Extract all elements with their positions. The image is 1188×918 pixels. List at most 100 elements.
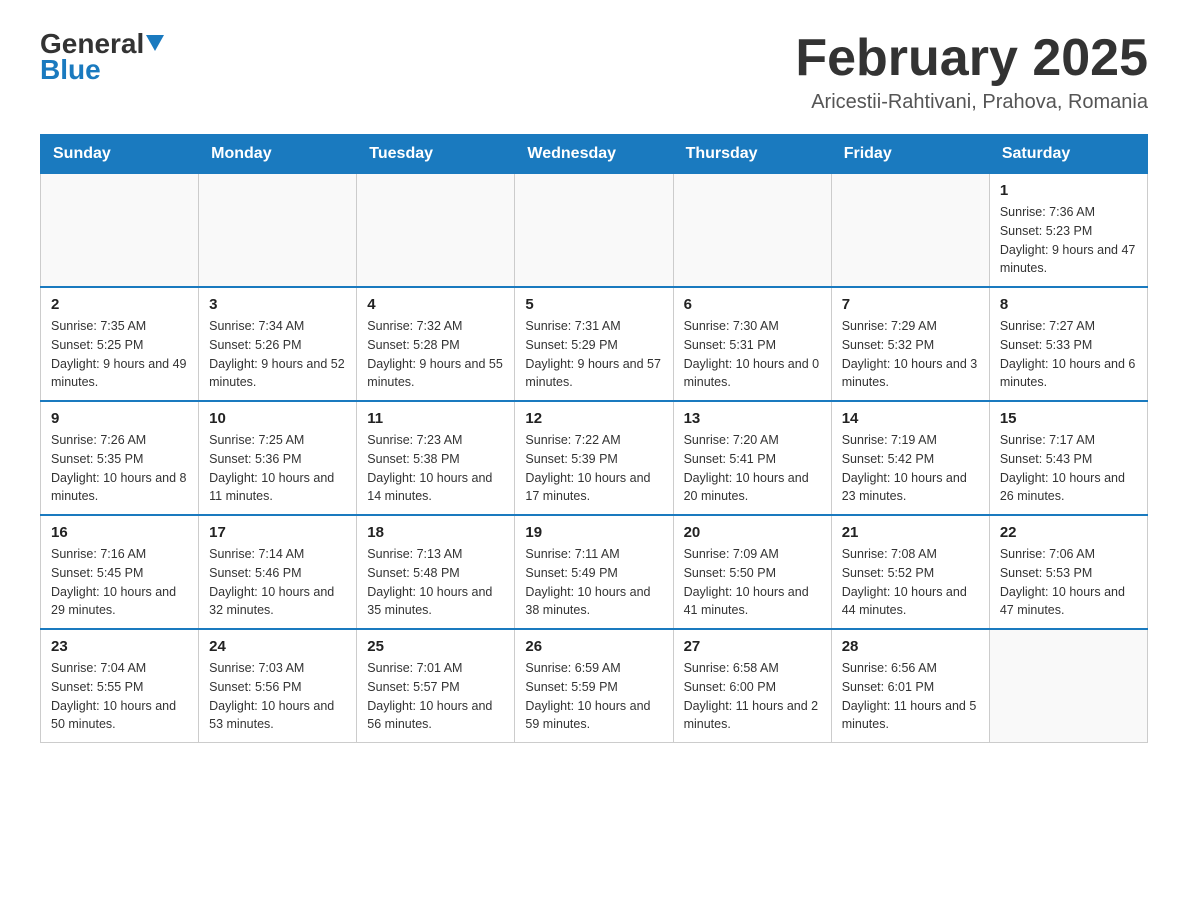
calendar-cell: 24 Sunrise: 7:03 AMSunset: 5:56 PMDayligh…	[199, 629, 357, 743]
day-info: Sunrise: 7:27 AMSunset: 5:33 PMDaylight:…	[1000, 317, 1137, 392]
day-info: Sunrise: 7:04 AMSunset: 5:55 PMDaylight:…	[51, 659, 188, 734]
calendar-cell: 16 Sunrise: 7:16 AMSunset: 5:45 PMDayligh…	[41, 515, 199, 629]
day-number: 17	[209, 524, 346, 541]
day-info: Sunrise: 7:22 AMSunset: 5:39 PMDaylight:…	[525, 431, 662, 506]
calendar-cell: 5 Sunrise: 7:31 AMSunset: 5:29 PMDaylight…	[515, 287, 673, 401]
day-info: Sunrise: 7:23 AMSunset: 5:38 PMDaylight:…	[367, 431, 504, 506]
day-number: 11	[367, 410, 504, 427]
calendar-week-row: 23 Sunrise: 7:04 AMSunset: 5:55 PMDayligh…	[41, 629, 1148, 743]
day-number: 19	[525, 524, 662, 541]
day-info: Sunrise: 7:25 AMSunset: 5:36 PMDaylight:…	[209, 431, 346, 506]
calendar-cell	[673, 174, 831, 288]
calendar-cell: 23 Sunrise: 7:04 AMSunset: 5:55 PMDayligh…	[41, 629, 199, 743]
day-number: 4	[367, 296, 504, 313]
day-info: Sunrise: 7:36 AMSunset: 5:23 PMDaylight:…	[1000, 203, 1137, 278]
day-number: 20	[684, 524, 821, 541]
calendar-cell: 13 Sunrise: 7:20 AMSunset: 5:41 PMDayligh…	[673, 401, 831, 515]
calendar-cell: 7 Sunrise: 7:29 AMSunset: 5:32 PMDaylight…	[831, 287, 989, 401]
calendar-cell	[357, 174, 515, 288]
day-info: Sunrise: 7:01 AMSunset: 5:57 PMDaylight:…	[367, 659, 504, 734]
calendar-week-row: 16 Sunrise: 7:16 AMSunset: 5:45 PMDayligh…	[41, 515, 1148, 629]
calendar-cell: 26Sunrise: 6:59 AMSunset: 5:59 PMDayligh…	[515, 629, 673, 743]
weekday-header-thursday: Thursday	[673, 135, 831, 174]
day-info: Sunrise: 7:26 AMSunset: 5:35 PMDaylight:…	[51, 431, 188, 506]
calendar-cell: 3 Sunrise: 7:34 AMSunset: 5:26 PMDaylight…	[199, 287, 357, 401]
day-number: 9	[51, 410, 188, 427]
calendar-cell: 22Sunrise: 7:06 AMSunset: 5:53 PMDayligh…	[989, 515, 1147, 629]
calendar-cell: 18 Sunrise: 7:13 AMSunset: 5:48 PMDayligh…	[357, 515, 515, 629]
calendar-cell: 14Sunrise: 7:19 AMSunset: 5:42 PMDayligh…	[831, 401, 989, 515]
day-number: 15	[1000, 410, 1137, 427]
day-number: 26	[525, 638, 662, 655]
day-number: 3	[209, 296, 346, 313]
calendar-cell: 6 Sunrise: 7:30 AMSunset: 5:31 PMDaylight…	[673, 287, 831, 401]
day-number: 2	[51, 296, 188, 313]
day-info: Sunrise: 7:03 AMSunset: 5:56 PMDaylight:…	[209, 659, 346, 734]
calendar-cell: 15 Sunrise: 7:17 AMSunset: 5:43 PMDayligh…	[989, 401, 1147, 515]
day-info: Sunrise: 7:11 AMSunset: 5:49 PMDaylight:…	[525, 545, 662, 620]
weekday-header-friday: Friday	[831, 135, 989, 174]
weekday-header-sunday: Sunday	[41, 135, 199, 174]
calendar-cell: 9 Sunrise: 7:26 AMSunset: 5:35 PMDaylight…	[41, 401, 199, 515]
day-info: Sunrise: 7:13 AMSunset: 5:48 PMDaylight:…	[367, 545, 504, 620]
day-info: Sunrise: 7:34 AMSunset: 5:26 PMDaylight:…	[209, 317, 346, 392]
day-info: Sunrise: 7:20 AMSunset: 5:41 PMDaylight:…	[684, 431, 821, 506]
page-header: General Blue February 2025 Aricestii-Rah…	[40, 30, 1148, 114]
day-number: 27	[684, 638, 821, 655]
calendar-cell	[831, 174, 989, 288]
calendar-cell: 4 Sunrise: 7:32 AMSunset: 5:28 PMDaylight…	[357, 287, 515, 401]
day-number: 14	[842, 410, 979, 427]
day-info: Sunrise: 7:17 AMSunset: 5:43 PMDaylight:…	[1000, 431, 1137, 506]
calendar-cell: 8Sunrise: 7:27 AMSunset: 5:33 PMDaylight…	[989, 287, 1147, 401]
month-title: February 2025	[795, 30, 1148, 87]
day-number: 23	[51, 638, 188, 655]
calendar-cell: 1 Sunrise: 7:36 AMSunset: 5:23 PMDaylight…	[989, 174, 1147, 288]
calendar-cell: 28 Sunrise: 6:56 AMSunset: 6:01 PMDayligh…	[831, 629, 989, 743]
logo: General Blue	[40, 30, 164, 86]
day-number: 18	[367, 524, 504, 541]
day-info: Sunrise: 7:08 AMSunset: 5:52 PMDaylight:…	[842, 545, 979, 620]
calendar-cell: 11 Sunrise: 7:23 AMSunset: 5:38 PMDayligh…	[357, 401, 515, 515]
day-number: 6	[684, 296, 821, 313]
calendar-cell: 17 Sunrise: 7:14 AMSunset: 5:46 PMDayligh…	[199, 515, 357, 629]
day-info: Sunrise: 7:31 AMSunset: 5:29 PMDaylight:…	[525, 317, 662, 392]
day-info: Sunrise: 7:29 AMSunset: 5:32 PMDaylight:…	[842, 317, 979, 392]
day-number: 25	[367, 638, 504, 655]
calendar-cell: 12 Sunrise: 7:22 AMSunset: 5:39 PMDayligh…	[515, 401, 673, 515]
day-number: 7	[842, 296, 979, 313]
calendar-cell: 20 Sunrise: 7:09 AMSunset: 5:50 PMDayligh…	[673, 515, 831, 629]
calendar-cell: 21 Sunrise: 7:08 AMSunset: 5:52 PMDayligh…	[831, 515, 989, 629]
calendar-cell	[199, 174, 357, 288]
weekday-header-row: SundayMondayTuesdayWednesdayThursdayFrid…	[41, 135, 1148, 174]
calendar-cell	[41, 174, 199, 288]
day-number: 28	[842, 638, 979, 655]
day-number: 16	[51, 524, 188, 541]
calendar-week-row: 2Sunrise: 7:35 AMSunset: 5:25 PMDaylight…	[41, 287, 1148, 401]
logo-blue: Blue	[40, 54, 101, 86]
calendar-cell: 25 Sunrise: 7:01 AMSunset: 5:57 PMDayligh…	[357, 629, 515, 743]
day-info: Sunrise: 7:16 AMSunset: 5:45 PMDaylight:…	[51, 545, 188, 620]
title-area: February 2025 Aricestii-Rahtivani, Praho…	[795, 30, 1148, 114]
day-number: 24	[209, 638, 346, 655]
day-number: 1	[1000, 182, 1137, 199]
location: Aricestii-Rahtivani, Prahova, Romania	[795, 91, 1148, 114]
calendar-week-row: 9 Sunrise: 7:26 AMSunset: 5:35 PMDaylight…	[41, 401, 1148, 515]
logo-arrow-icon	[146, 35, 164, 58]
day-number: 10	[209, 410, 346, 427]
day-number: 12	[525, 410, 662, 427]
day-number: 21	[842, 524, 979, 541]
day-info: Sunrise: 6:56 AMSunset: 6:01 PMDaylight:…	[842, 659, 979, 734]
day-info: Sunrise: 6:58 AMSunset: 6:00 PMDaylight:…	[684, 659, 821, 734]
calendar-table: SundayMondayTuesdayWednesdayThursdayFrid…	[40, 134, 1148, 743]
day-number: 13	[684, 410, 821, 427]
calendar-cell: 27 Sunrise: 6:58 AMSunset: 6:00 PMDayligh…	[673, 629, 831, 743]
day-info: Sunrise: 7:14 AMSunset: 5:46 PMDaylight:…	[209, 545, 346, 620]
weekday-header-monday: Monday	[199, 135, 357, 174]
calendar-cell: 2Sunrise: 7:35 AMSunset: 5:25 PMDaylight…	[41, 287, 199, 401]
day-info: Sunrise: 7:09 AMSunset: 5:50 PMDaylight:…	[684, 545, 821, 620]
day-number: 5	[525, 296, 662, 313]
day-info: Sunrise: 7:30 AMSunset: 5:31 PMDaylight:…	[684, 317, 821, 392]
weekday-header-saturday: Saturday	[989, 135, 1147, 174]
calendar-cell	[515, 174, 673, 288]
day-info: Sunrise: 7:32 AMSunset: 5:28 PMDaylight:…	[367, 317, 504, 392]
